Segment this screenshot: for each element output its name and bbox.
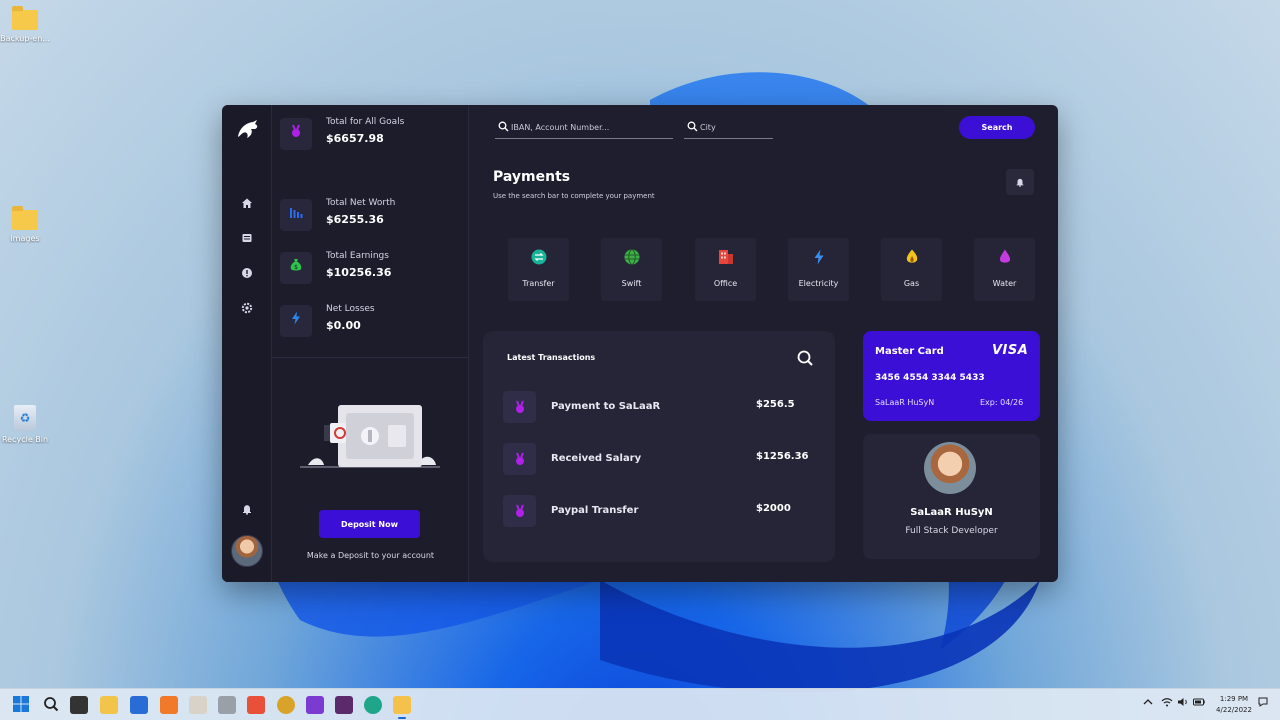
card-type: Master Card — [875, 346, 944, 357]
tile-water[interactable]: Water — [974, 238, 1035, 301]
transaction-row[interactable]: Received Salary $1256.36 — [503, 443, 815, 475]
transaction-row[interactable]: Paypal Transfer $2000 — [503, 495, 815, 527]
xampp-icon[interactable] — [160, 696, 178, 714]
medal-icon — [280, 118, 312, 150]
medal-icon — [503, 391, 536, 423]
city-search-field — [684, 117, 773, 139]
profile-role: Full Stack Developer — [905, 526, 998, 536]
tile-swift[interactable]: Swift — [601, 238, 662, 301]
payment-categories: Transfer Swift Office Electricity Gas Wa… — [508, 238, 1035, 302]
deposit-note: Make a Deposit to your account — [306, 551, 435, 560]
bell-icon — [1016, 178, 1024, 187]
flame-icon — [906, 249, 917, 263]
notifications-button[interactable] — [1006, 169, 1034, 195]
home-icon[interactable] — [239, 197, 255, 213]
user-avatar[interactable] — [231, 535, 263, 567]
lightning-icon — [814, 249, 823, 265]
profile-card: SaLaaR HuSyN Full Stack Developer — [863, 434, 1040, 559]
folder-icon — [12, 206, 38, 230]
settings-icon[interactable] — [239, 302, 255, 318]
wallet-icon[interactable] — [239, 232, 255, 248]
search-icon[interactable] — [42, 696, 60, 714]
tile-office[interactable]: Office — [695, 238, 756, 301]
nav-rail — [222, 105, 272, 582]
tile-transfer[interactable]: Transfer — [508, 238, 569, 301]
app-window: Total for All Goals $6657.98 Total Net W… — [222, 105, 1058, 582]
code-editor-icon[interactable] — [247, 696, 265, 714]
battery-icon[interactable] — [1193, 697, 1205, 710]
search-icon — [687, 121, 698, 132]
transfer-icon — [531, 249, 546, 265]
main-content: Search Payments Use the search bar to co… — [469, 105, 1058, 582]
taskbar: 1:29 PM 4/22/2022 — [0, 688, 1280, 720]
recycle-bin-icon: ♻ — [14, 405, 36, 431]
search-icon — [498, 121, 509, 132]
credit-card[interactable]: Master Card VISA 3456 4554 3344 5433 SaL… — [863, 331, 1040, 421]
task-view-icon[interactable] — [70, 696, 88, 714]
safe-illustration — [300, 405, 440, 468]
latest-transactions-card: Latest Transactions Payment to SaLaaR $2… — [483, 331, 835, 562]
card-brand: VISA — [992, 343, 1029, 358]
city-input[interactable] — [700, 119, 769, 135]
info-icon[interactable] — [239, 267, 255, 283]
page-subtitle: Use the search bar to complete your paym… — [493, 192, 655, 200]
stat-net-losses: Net Losses $0.00 — [280, 303, 460, 343]
edge-icon[interactable] — [364, 696, 382, 714]
profile-avatar[interactable] — [924, 442, 976, 494]
lightning-icon — [280, 305, 312, 337]
folder-icon — [12, 6, 38, 30]
active-app-icon[interactable] — [393, 696, 411, 719]
desktop-icon-recycle-bin[interactable]: ♻ Recycle Bin — [0, 405, 55, 444]
search-button[interactable]: Search — [959, 116, 1035, 139]
medal-icon — [503, 495, 536, 527]
card-expiry: Exp: 04/26 — [980, 398, 1024, 407]
file-explorer-icon[interactable] — [100, 696, 118, 714]
dragon-logo-icon — [238, 120, 258, 138]
card-holder: SaLaaR HuSyN — [875, 398, 935, 407]
svg-text:$: $ — [294, 264, 298, 271]
page-title: Payments — [493, 169, 571, 185]
wifi-icon[interactable] — [1161, 697, 1173, 710]
tile-gas[interactable]: Gas — [881, 238, 942, 301]
calendar-app-icon[interactable] — [189, 696, 207, 714]
store-icon[interactable] — [130, 696, 148, 714]
globe-icon — [624, 249, 639, 265]
desktop-icon-images[interactable]: images — [0, 206, 55, 243]
terminal-icon[interactable] — [335, 696, 353, 714]
deposit-now-button[interactable]: Deposit Now — [319, 510, 420, 538]
bell-icon[interactable] — [239, 503, 255, 519]
chart-down-icon — [280, 199, 312, 231]
money-bag-icon: $ — [280, 252, 312, 284]
stat-total-earnings: $ Total Earnings $10256.36 — [280, 250, 460, 290]
notification-icon[interactable] — [1258, 697, 1268, 710]
tile-electricity[interactable]: Electricity — [788, 238, 849, 301]
transaction-row[interactable]: Payment to SaLaaR $256.5 — [503, 391, 815, 423]
water-drop-icon — [999, 249, 1010, 263]
stats-divider — [272, 357, 469, 358]
visual-studio-icon[interactable] — [306, 696, 324, 714]
transactions-title: Latest Transactions — [507, 353, 596, 362]
start-icon[interactable] — [12, 696, 30, 714]
stat-total-goals: Total for All Goals $6657.98 — [280, 116, 460, 156]
chevron-up-icon[interactable] — [1143, 697, 1153, 710]
system-clock[interactable]: 1:29 PM 4/22/2022 — [1206, 694, 1262, 716]
account-search-field — [495, 117, 673, 139]
stats-panel: Total for All Goals $6657.98 Total Net W… — [272, 105, 469, 582]
building-icon — [718, 250, 733, 264]
card-number: 3456 4554 3344 5433 — [875, 373, 985, 383]
search-icon[interactable] — [796, 349, 814, 367]
stat-net-worth: Total Net Worth $6255.36 — [280, 197, 460, 237]
medal-icon — [503, 443, 536, 475]
chrome-icon[interactable] — [277, 696, 295, 714]
profile-name: SaLaaR HuSyN — [910, 507, 993, 518]
desktop-icon-backup[interactable]: Backup-en... — [0, 6, 55, 43]
account-number-input[interactable] — [511, 119, 669, 135]
database-icon[interactable] — [218, 696, 236, 714]
volume-icon[interactable] — [1177, 697, 1189, 710]
